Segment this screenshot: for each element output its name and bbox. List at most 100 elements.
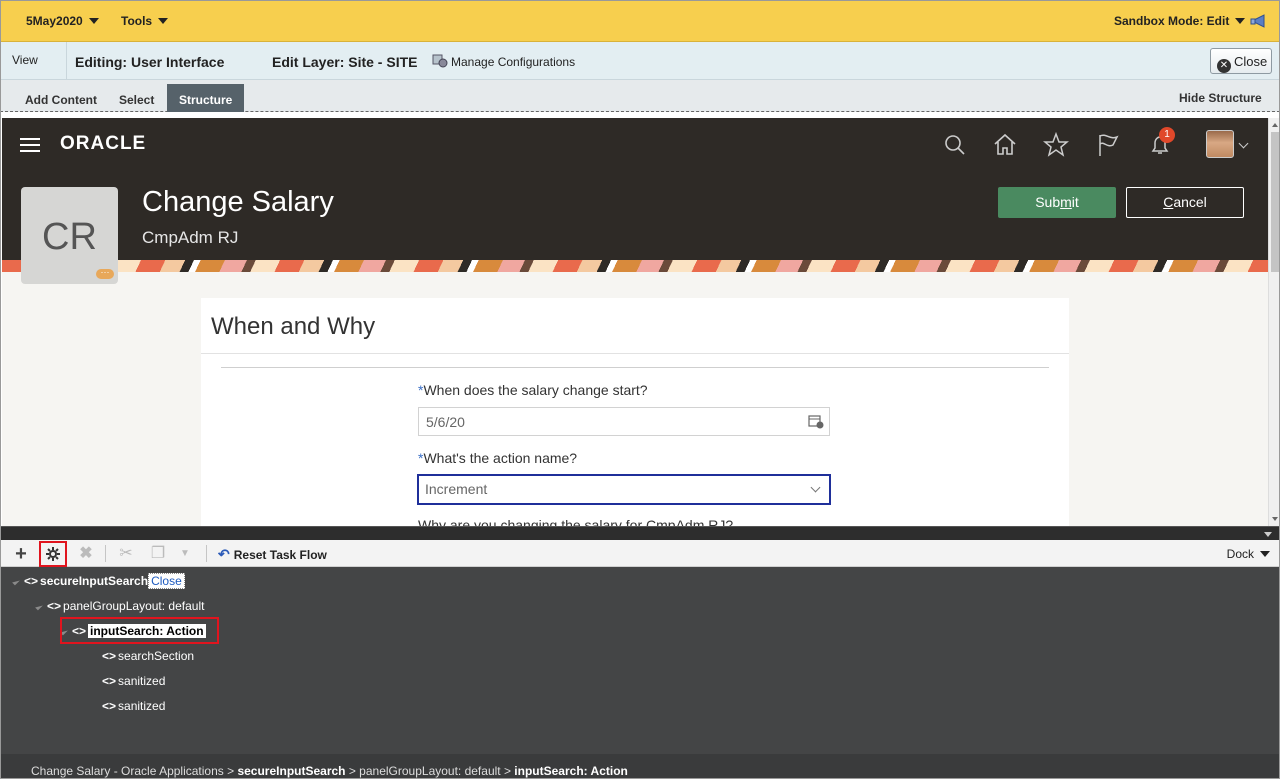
app-vertical-scrollbar[interactable] [1268, 118, 1280, 526]
edit-layer-label: Edit Layer: Site - SITE [272, 54, 418, 70]
person-initials-avatar: CR ··· [21, 187, 118, 284]
breadcrumb-current: inputSearch: Action [514, 764, 628, 778]
action-name-label-text: What's the action name? [423, 450, 578, 466]
tree-node-label: panelGroupLayout: default [63, 599, 205, 613]
scroll-up-icon[interactable] [1272, 123, 1278, 127]
reset-task-flow-label: Reset Task Flow [233, 548, 327, 562]
sandbox-top-bar: 5May2020 Tools Sandbox Mode: Edit [0, 0, 1280, 42]
sandbox-mode-menu[interactable]: Sandbox Mode: Edit [1114, 14, 1246, 28]
structure-toolbar: + ✖ ✂ ❐ ▼ ↶ Reset Task Flow Dock [0, 540, 1280, 567]
watchlist-flag-icon[interactable] [1095, 132, 1121, 158]
app-preview-area: ORACLE 1 Change Salary CmpAdm RJ Submit … [2, 118, 1268, 526]
notification-badge: 1 [1159, 127, 1175, 143]
favorites-star-icon[interactable] [1043, 132, 1069, 158]
tab-structure[interactable]: Structure [167, 84, 245, 112]
tree-node-search-section[interactable]: <> searchSection [102, 646, 194, 666]
properties-gear-icon [46, 547, 60, 561]
person-name: CmpAdm RJ [142, 228, 239, 247]
add-component-button[interactable]: + [10, 543, 32, 565]
start-date-label: *When does the salary change start? [418, 382, 648, 398]
reason-label: Why are you changing the salary for CmpA… [418, 517, 734, 526]
tree-node-sanitized[interactable]: <> sanitized [102, 696, 165, 716]
component-tree: <> secureInputSearch Close <> panelGroupLay… [0, 567, 1280, 754]
sandbox-date-label: 5May2020 [26, 14, 83, 28]
page-title: Change Salary [142, 186, 334, 218]
highlight-box [60, 617, 219, 644]
configurations-icon [432, 54, 448, 68]
start-date-input[interactable]: 5/6/20 [418, 407, 830, 436]
submit-label-start: Sub [1035, 194, 1061, 210]
collapse-arrow-icon[interactable] [1264, 532, 1272, 537]
breadcrumb: Change Salary - Oracle Applications > se… [0, 754, 1280, 779]
component-tag-icon: <> [102, 649, 117, 663]
expand-triangle-icon[interactable] [35, 602, 43, 611]
sandbox-date-menu[interactable]: 5May2020 [26, 14, 99, 28]
edit-bar: View Editing: User Interface Edit Layer:… [0, 42, 1280, 80]
app-header: ORACLE 1 Change Salary CmpAdm RJ Submit … [2, 118, 1268, 260]
tree-node-panel-group-layout[interactable]: <> panelGroupLayout: default [35, 596, 205, 616]
copy-button[interactable]: ❐ [147, 543, 169, 565]
delete-button[interactable]: ✖ [75, 543, 97, 565]
dock-menu[interactable]: Dock [1227, 547, 1270, 561]
action-name-label: *What's the action name? [418, 450, 577, 466]
action-name-select[interactable]: Increment [417, 474, 831, 505]
divider [201, 353, 1069, 354]
more-options-icon[interactable]: ··· [96, 268, 114, 279]
cancel-label-accesskey: C [1163, 194, 1174, 210]
panel-splitter[interactable] [0, 526, 1280, 540]
chevron-down-icon [1260, 551, 1270, 557]
cancel-label-end: ancel [1173, 194, 1207, 210]
calendar-icon[interactable] [808, 413, 824, 429]
paste-dropdown-button[interactable]: ▼ [174, 543, 196, 565]
reset-task-flow-button[interactable]: ↶ Reset Task Flow [218, 546, 327, 563]
toolbar-separator [105, 545, 106, 562]
tools-menu[interactable]: Tools [121, 14, 169, 28]
sandbox-flag-icon[interactable] [1250, 13, 1268, 29]
chevron-down-icon [1235, 18, 1246, 24]
manage-configurations-label: Manage Configurations [451, 55, 576, 69]
oracle-logo: ORACLE [60, 133, 147, 154]
hamburger-menu-icon[interactable] [20, 138, 40, 154]
editing-label: Editing: User Interface [75, 54, 225, 70]
scroll-thumb[interactable] [1271, 132, 1279, 272]
component-tag-icon: <> [102, 699, 117, 713]
breadcrumb-part: > panelGroupLayout: default > [345, 764, 515, 778]
manage-configurations-link[interactable]: Manage Configurations [432, 54, 575, 69]
tree-node-label: searchSection [118, 649, 195, 663]
dock-label: Dock [1226, 547, 1254, 561]
chevron-down-icon [88, 18, 99, 24]
tree-node-label: sanitized [118, 674, 166, 688]
cancel-button[interactable]: Cancel [1126, 187, 1244, 218]
section-title: When and Why [211, 313, 376, 340]
submit-button[interactable]: Submit [998, 187, 1116, 218]
chevron-down-icon [810, 482, 821, 493]
tab-select[interactable]: Select [107, 88, 166, 112]
action-name-value: Increment [425, 481, 488, 497]
tree-node-sanitized[interactable]: <> sanitized [102, 671, 165, 691]
decorative-banner [2, 260, 1268, 272]
breadcrumb-part: Change Salary - Oracle Applications > [31, 764, 238, 778]
sandbox-mode-label: Sandbox Mode: Edit [1114, 14, 1230, 28]
hide-structure-link[interactable]: Hide Structure [1167, 88, 1274, 112]
breadcrumb-link[interactable]: secureInputSearch [237, 764, 345, 778]
edit-properties-button[interactable] [39, 541, 67, 567]
tab-add-content[interactable]: Add Content [13, 88, 109, 112]
user-avatar[interactable] [1206, 130, 1234, 158]
chevron-down-icon[interactable] [1238, 138, 1249, 149]
scroll-down-icon[interactable] [1272, 517, 1278, 521]
initials-text: CR [42, 216, 97, 258]
when-and-why-section: When and Why *When does the salary chang… [201, 298, 1069, 526]
expand-triangle-icon[interactable] [12, 577, 20, 586]
close-button[interactable]: ✕ Close [1210, 48, 1272, 74]
view-menu[interactable]: View [0, 42, 67, 80]
close-tag-label[interactable]: Close [148, 573, 185, 589]
submit-label-end: it [1071, 194, 1079, 210]
tree-node-secure-input-search[interactable]: <> secureInputSearch Close [12, 571, 185, 591]
tree-node-label: secureInputSearch [40, 574, 149, 588]
home-icon[interactable] [992, 132, 1018, 158]
search-icon[interactable] [942, 132, 968, 158]
cut-button[interactable]: ✂ [115, 543, 137, 565]
divider [221, 367, 1049, 368]
component-tag-icon: <> [47, 599, 62, 613]
composer-tab-bar: Add Content Select Structure Hide Struct… [0, 80, 1280, 112]
